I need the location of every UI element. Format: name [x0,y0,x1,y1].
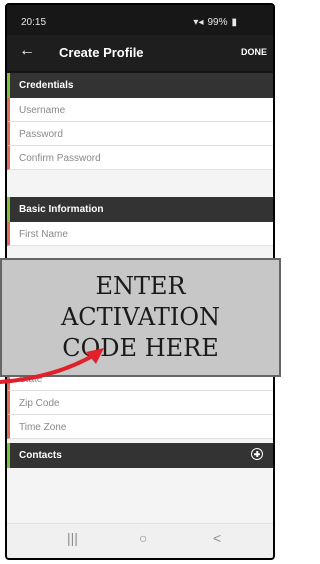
android-nav-bar: ||| ○ < [7,523,273,558]
section-credentials-label: Credentials [19,80,74,91]
done-button[interactable]: DONE [241,47,267,57]
home-icon[interactable]: ○ [139,530,147,546]
nav-back-icon[interactable]: < [213,530,221,546]
section-credentials: Credentials [7,73,273,98]
section-contacts-label: Contacts [19,450,62,461]
section-basic-information: Basic Information [7,197,273,222]
battery-icon: ▮ [231,17,237,28]
page-title: Create Profile [59,45,144,60]
back-arrow-icon[interactable]: ← [19,43,35,59]
status-icons: ▾◂ 99% ▮ [193,17,237,28]
first-name-field[interactable]: First Name [7,222,273,246]
time-zone-field[interactable]: Time Zone [7,415,273,439]
username-field[interactable]: Username [7,98,273,122]
recents-icon[interactable]: ||| [67,530,78,546]
password-field[interactable]: Password [7,122,273,146]
first-name-placeholder: First Name [19,229,68,240]
add-contact-plus-icon[interactable] [251,448,263,460]
time-zone-placeholder: Time Zone [19,422,67,433]
signal-icon: ▾◂ [193,17,204,28]
confirm-password-field[interactable]: Confirm Password [7,146,273,170]
status-bar: 20:15 ▾◂ 99% ▮ [7,5,273,35]
annotation-arrow-icon [0,348,104,384]
password-placeholder: Password [19,129,63,140]
section-contacts: Contacts [7,443,273,468]
section-basic-information-label: Basic Information [19,204,104,215]
confirm-password-placeholder: Confirm Password [19,153,101,164]
battery-text: 99% [207,17,228,28]
status-time: 20:15 [21,17,47,28]
app-bar: ← Create Profile DONE [7,35,273,71]
username-placeholder: Username [19,105,66,116]
